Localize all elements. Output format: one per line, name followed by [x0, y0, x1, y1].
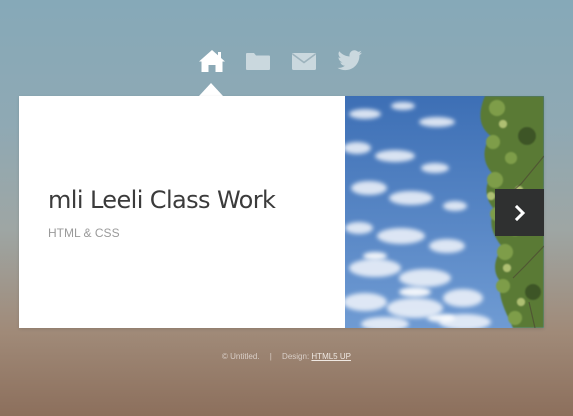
footer: © Untitled. | Design: HTML5 UP [0, 352, 573, 361]
next-slide-button[interactable] [495, 189, 544, 236]
footer-copyright: © Untitled. [222, 352, 260, 361]
chevron-right-icon [514, 204, 525, 221]
page-title: mli Leeli Class Work [48, 186, 276, 214]
nav-folder-link[interactable] [242, 46, 274, 76]
folder-icon [246, 53, 270, 70]
nav-home-link[interactable] [196, 46, 228, 76]
footer-design-link[interactable]: HTML5 UP [311, 352, 351, 361]
page-subtitle: HTML & CSS [48, 226, 120, 240]
nav-mail-link[interactable] [288, 46, 320, 76]
home-icon [199, 50, 225, 72]
footer-design-label: Design: [282, 352, 310, 361]
envelope-icon [292, 53, 316, 70]
active-nav-pointer [199, 83, 223, 96]
footer-separator: | [269, 352, 272, 361]
nav-twitter-link[interactable] [334, 46, 366, 76]
main-panel: mli Leeli Class Work HTML & CSS [19, 96, 544, 328]
main-nav [0, 46, 573, 86]
twitter-icon [337, 50, 362, 71]
